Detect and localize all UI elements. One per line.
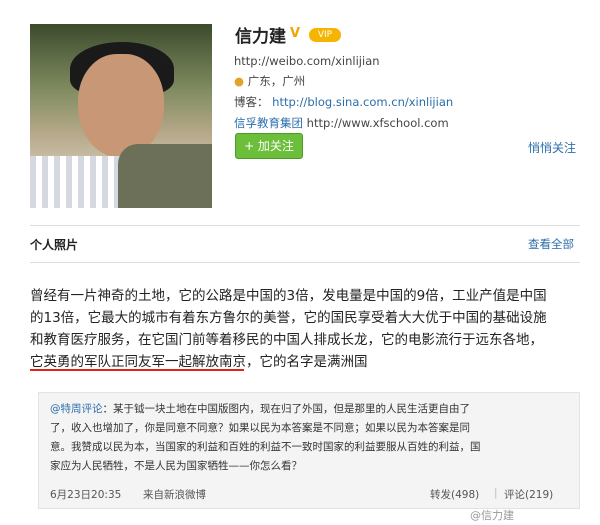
blog-url-link[interactable]: http://blog.sina.com.cn/xinlijian: [272, 95, 453, 109]
post-text: 曾经有一片神奇的土地，它的公路是中国的3倍，发电量是中国的9倍，工业产值是中国 …: [30, 285, 578, 373]
blog-row: 博客： http://blog.sina.com.cn/xinlijian: [234, 94, 453, 110]
org-label[interactable]: 信孚教育集团: [234, 116, 303, 130]
weibo-url-link[interactable]: http://weibo.com/xinlijian: [234, 54, 380, 68]
red-underline: [30, 369, 244, 371]
repost-line: 某于钺一块土地在中国版图内，现在归了外国，但是那里的人民生活更自由了: [113, 403, 470, 415]
post-line: 曾经有一片神奇的土地，它的公路是中国的3倍，发电量是中国的9倍，工业产值是中国: [30, 288, 547, 304]
meta-separator: |: [494, 487, 498, 499]
forward-link[interactable]: 转发(498): [430, 487, 479, 502]
watermark: @信力建: [470, 509, 514, 522]
repost-sep: ：: [102, 403, 114, 415]
underlined-phrase: 它英勇的军队正同友军一起解放南京，: [30, 354, 260, 370]
person-icon: ●: [234, 74, 245, 88]
blog-label: 博客：: [234, 95, 269, 109]
post-line: 的13倍，它最大的城市有着东方鲁尔的美誉，它的国民享受着大大优于中国的基础设施: [30, 310, 547, 326]
divider: [30, 225, 580, 226]
repost-line: 了，收入也增加了，你是同意不同意？如果以民为本答案是不同意；如果以民为本答案是同: [50, 422, 470, 434]
comment-link[interactable]: 评论(219): [504, 487, 553, 502]
location-text: 广东，广州: [247, 74, 306, 88]
divider: [30, 262, 580, 263]
location-row: ● 广东，广州: [234, 73, 305, 89]
repost-text: @特周评论：某于钺一块土地在中国版图内，现在归了外国，但是那里的人民生活更自由了…: [50, 400, 565, 476]
profile-photo: [30, 24, 212, 208]
repost-line: 意。我赞成以民为本，当国家的利益和百姓的利益不一致时国家的利益要服从百姓的利益，…: [50, 441, 481, 453]
verified-icon: V: [290, 26, 301, 41]
profile-name: 信力建: [235, 27, 286, 47]
vip-badge-icon: VIP: [309, 28, 341, 42]
view-all-link[interactable]: 查看全部: [528, 236, 574, 252]
repost-source: 来自新浪微博: [143, 489, 206, 501]
post-line-rest: 它的名字是满洲国: [259, 354, 368, 370]
personal-photos-title: 个人照片: [30, 238, 79, 252]
repost-author-link[interactable]: @特周评论: [50, 403, 103, 415]
post-line: 和教育医疗服务，在它国门前等着移民的中国人排成长龙，它的电影流行于远东各地，: [30, 332, 543, 348]
org-row: 信孚教育集团 http://www.xfschool.com: [234, 115, 449, 131]
org-url-link[interactable]: http://www.xfschool.com: [307, 116, 449, 130]
repost-time-link[interactable]: 6月23日20:35: [50, 487, 121, 502]
follow-button[interactable]: + 加关注: [235, 133, 303, 159]
repost-line: 家应为人民牺牲，不是人民为国家牺牲——你怎么看？: [50, 460, 302, 472]
quiet-follow-link[interactable]: 悄悄关注: [528, 139, 576, 156]
